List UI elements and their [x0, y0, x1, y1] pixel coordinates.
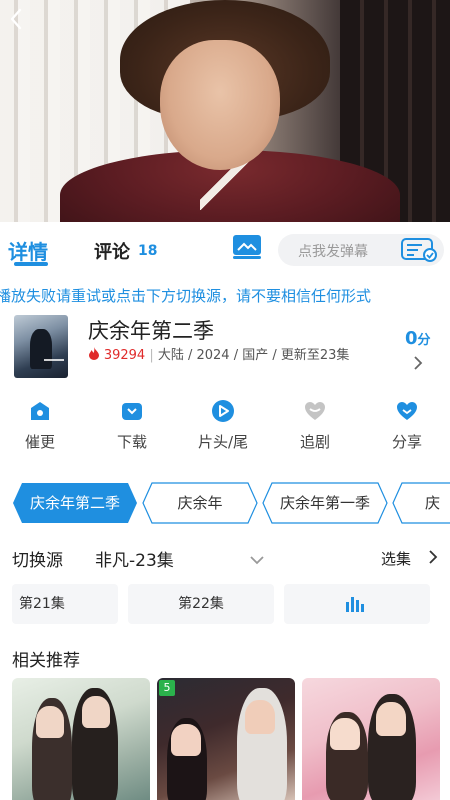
chevron-down-icon[interactable]: [250, 550, 264, 565]
score-unit: 分: [417, 333, 431, 348]
season-chip[interactable]: 庆余年第一季: [262, 482, 388, 524]
tab-bar: 详情 评论 18 点我发弹幕: [0, 222, 450, 276]
home-icon: [31, 402, 49, 420]
action-share[interactable]: 分享: [367, 395, 447, 452]
video-frame-face: [160, 40, 280, 170]
related-poster[interactable]: [302, 678, 440, 800]
action-remind[interactable]: 催更: [0, 395, 80, 452]
notice-text: 播放失败请重试或点击下方切换源，请不要相信任何形式: [0, 287, 372, 305]
switch-source-label: 切换源: [12, 551, 63, 571]
danmu-settings-icon[interactable]: [400, 237, 440, 263]
action-download[interactable]: 下载: [92, 395, 172, 452]
download-icon: [122, 403, 142, 420]
tab-active-indicator: [14, 262, 48, 266]
chevron-left-icon: [10, 8, 22, 30]
show-title: 庆余年第二季: [88, 319, 214, 343]
related-poster[interactable]: [12, 678, 150, 800]
action-label: 追剧: [299, 433, 330, 451]
source-selector[interactable]: 非凡-23集: [95, 546, 174, 571]
related-title: 相关推荐: [12, 651, 80, 671]
screen-cast-icon[interactable]: [232, 234, 262, 260]
season-chip-label: 庆余年: [177, 494, 223, 512]
play-icon: [212, 400, 234, 422]
comment-count: 18: [138, 243, 158, 259]
episode-button[interactable]: 第21集: [12, 584, 118, 624]
season-chip[interactable]: 庆: [392, 482, 450, 524]
fire-icon: [88, 347, 104, 362]
show-meta-text: 大陆 / 2024 / 国产 / 更新至23集: [157, 348, 350, 363]
action-label: 催更: [24, 433, 55, 451]
tab-detail[interactable]: 详情: [8, 236, 48, 265]
action-label: 下载: [116, 433, 147, 451]
season-chip-label: 庆余年第一季: [279, 494, 370, 512]
season-chip[interactable]: 庆余年: [142, 482, 258, 524]
related-poster[interactable]: 5: [157, 678, 295, 800]
equalizer-icon: [346, 597, 364, 612]
season-chip-label: 庆: [425, 494, 441, 512]
show-meta: 39294 | 大陆 / 2024 / 国产 / 更新至23集: [88, 345, 388, 366]
episode-playing[interactable]: [284, 584, 430, 624]
notice-marquee: 播放失败请重试或点击下方切换源，请不要相信任何形式: [0, 285, 450, 305]
chevron-right-icon[interactable]: [428, 549, 438, 564]
action-row: 催更 下载 片头/尾 追剧 分享: [0, 395, 450, 455]
heart-icon: [305, 402, 325, 420]
action-label: 片头/尾: [197, 433, 249, 451]
score-value: 0: [405, 328, 418, 349]
season-chip-label: 庆余年第二季: [29, 494, 120, 512]
share-icon: [397, 402, 417, 420]
action-intro-outro[interactable]: 片头/尾: [183, 395, 263, 452]
back-button[interactable]: [4, 6, 28, 32]
show-poster: [14, 315, 68, 378]
score[interactable]: 0分: [405, 328, 431, 349]
select-episodes-button[interactable]: 选集: [381, 548, 411, 569]
season-chip-selected[interactable]: 庆余年第二季: [12, 482, 138, 524]
score-chevron-icon[interactable]: [413, 354, 423, 375]
episode-button[interactable]: 第22集: [128, 584, 274, 624]
season-selector: 庆余年第二季 庆余年 庆余年第一季 庆: [0, 482, 450, 526]
episode-badge: 5: [159, 680, 175, 696]
tab-comments[interactable]: 评论: [94, 238, 130, 264]
video-player[interactable]: [0, 0, 450, 222]
action-label: 分享: [391, 433, 422, 451]
danmu-placeholder: 点我发弹幕: [298, 244, 368, 260]
action-follow[interactable]: 追剧: [275, 395, 355, 452]
hot-count: 39294: [103, 348, 146, 363]
